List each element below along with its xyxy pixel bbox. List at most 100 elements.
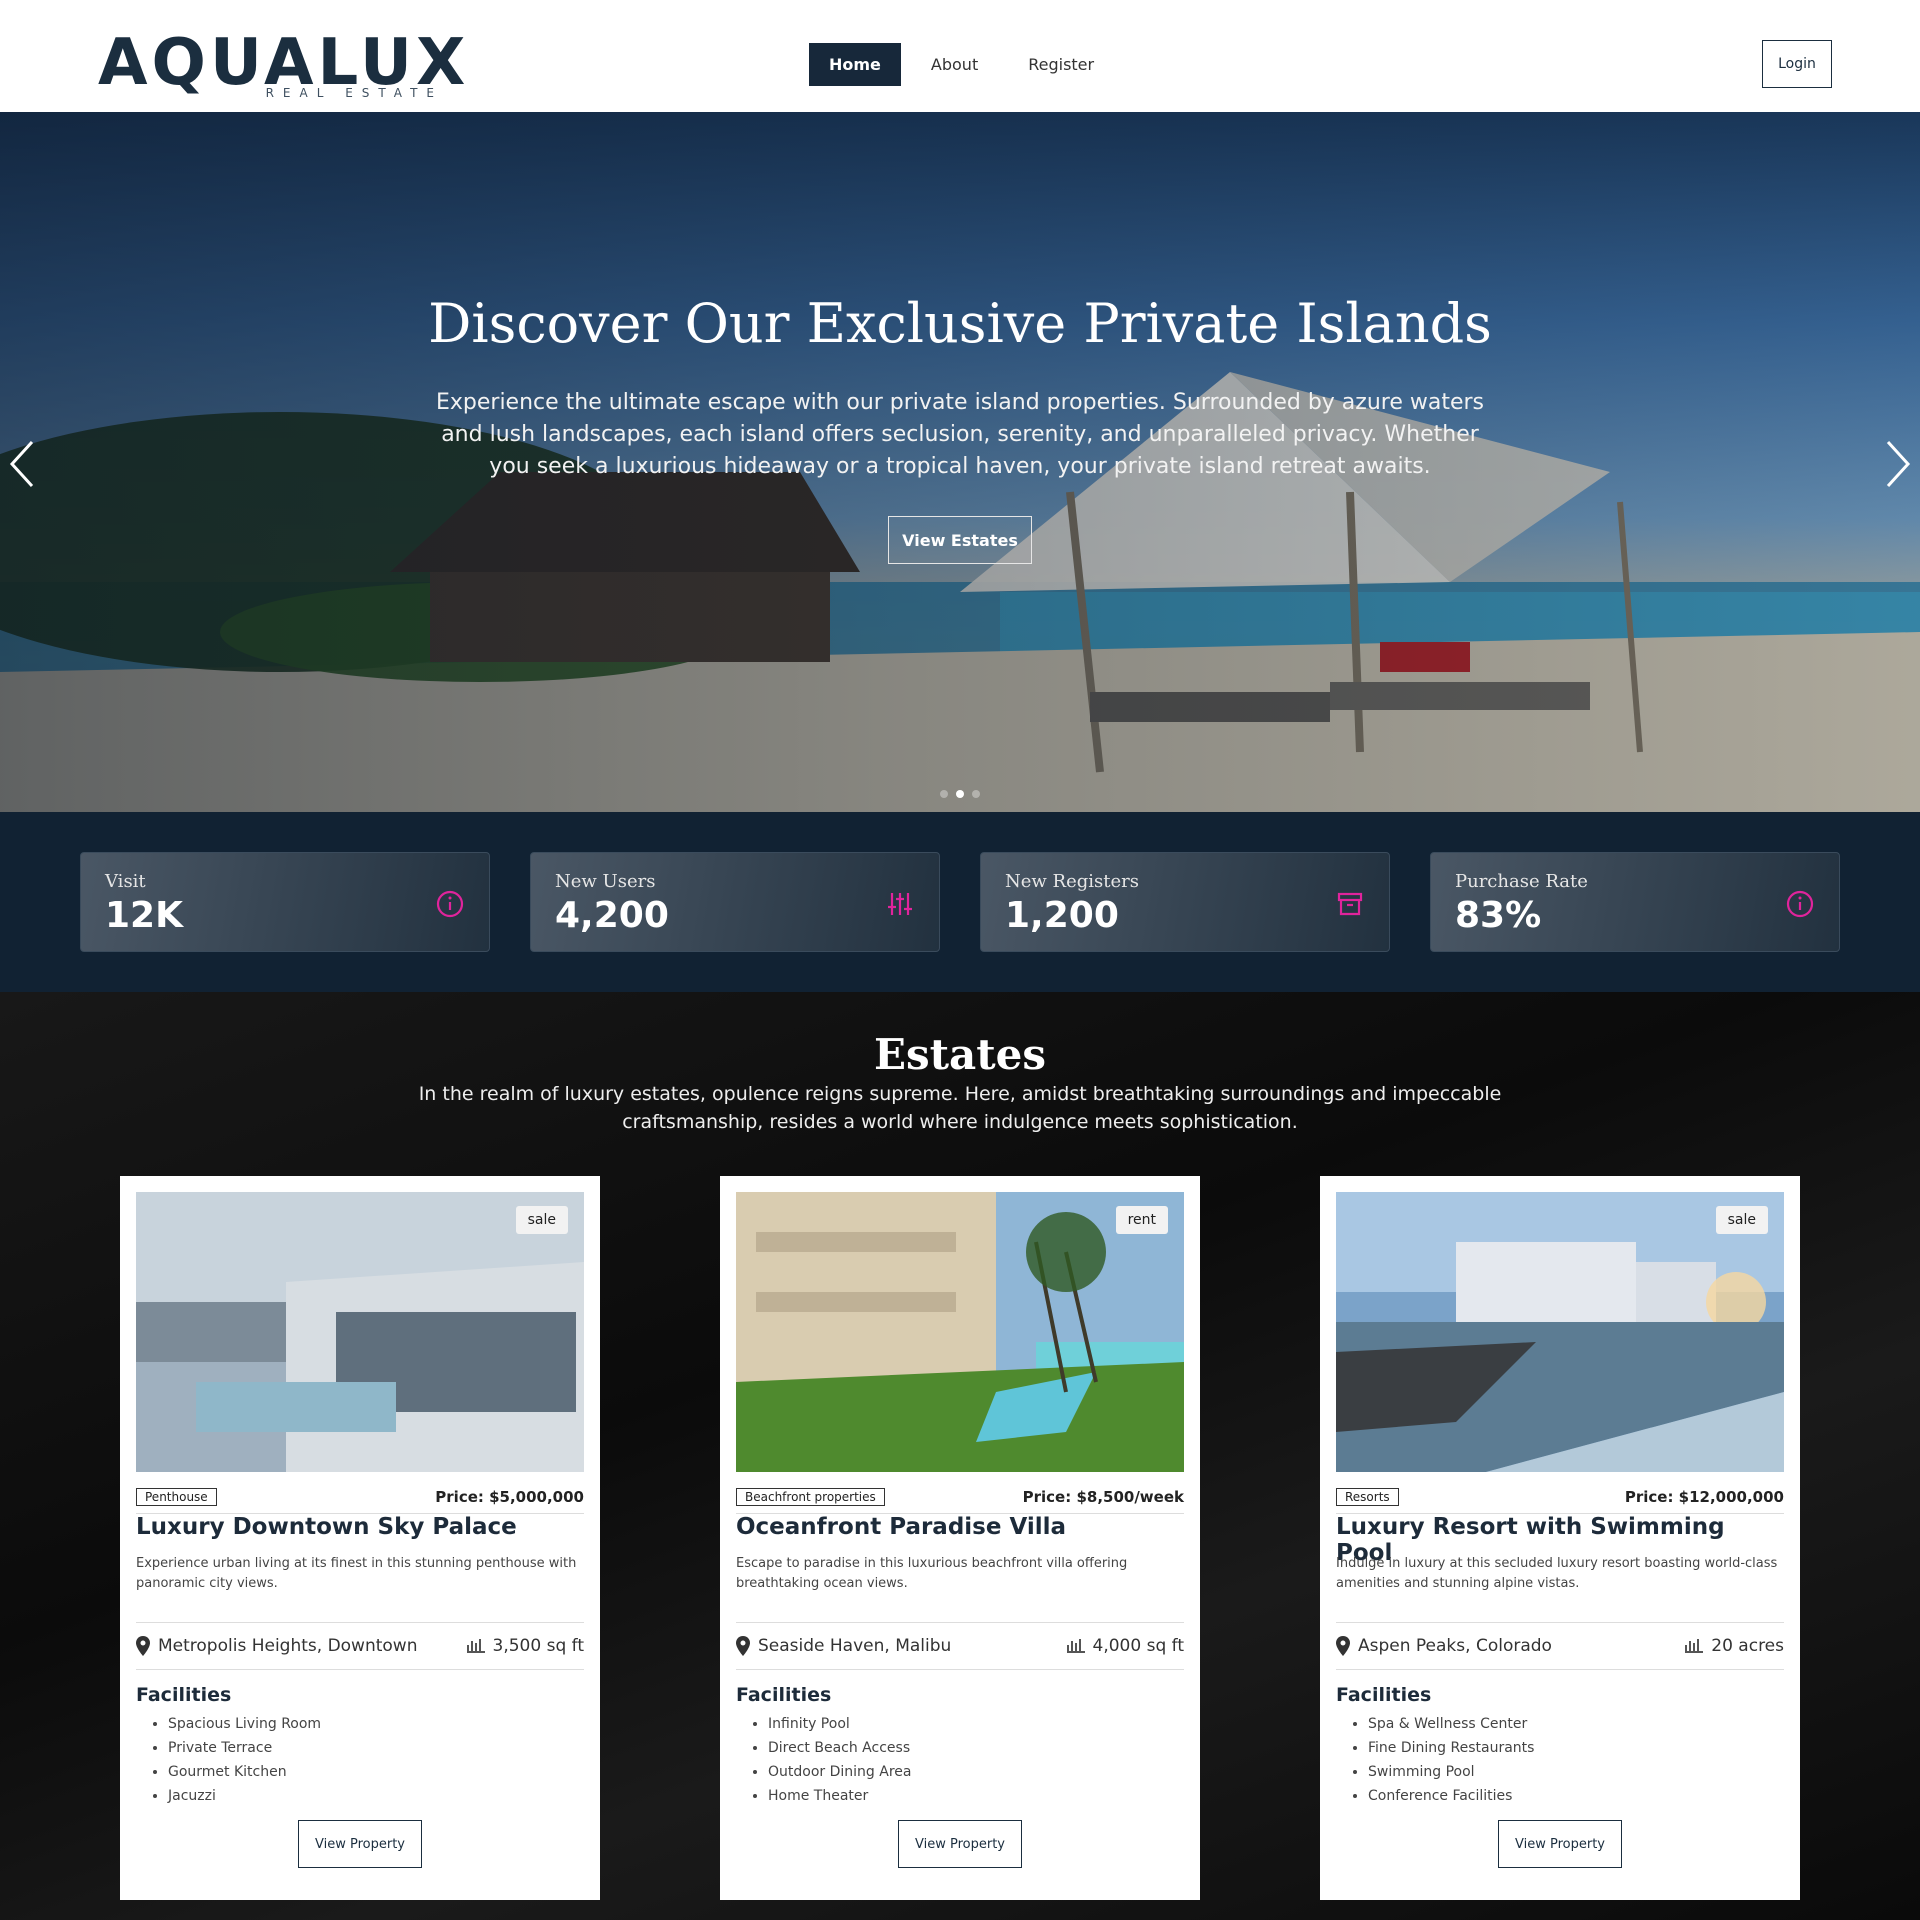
list-item: Jacuzzi (168, 1784, 321, 1808)
category-tag: Penthouse (136, 1488, 217, 1506)
stat-value: 1,200 (1005, 895, 1119, 936)
card-location-row: Seaside Haven, Malibu 4,000 sq ft (736, 1622, 1184, 1670)
stat-label: Visit (105, 871, 146, 892)
carousel-prev-button[interactable] (4, 434, 44, 494)
area-size: 20 acres (1685, 1636, 1784, 1656)
listing-type-badge: sale (515, 1206, 568, 1234)
carousel-indicators (940, 790, 980, 798)
property-image: rent (736, 1192, 1184, 1472)
card-meta-row: Resorts Price: $12,000,000 (1336, 1488, 1784, 1514)
carousel-dot-active[interactable] (956, 790, 964, 798)
estates-title: Estates (873, 1030, 1047, 1079)
location: Metropolis Heights, Downtown (136, 1636, 417, 1656)
facilities-heading: Facilities (136, 1684, 232, 1706)
property-photo (1336, 1192, 1784, 1472)
stat-label: New Users (555, 871, 656, 892)
listing-type-badge: sale (1715, 1206, 1768, 1234)
estates-section: Estates In the realm of luxury estates, … (0, 992, 1920, 1920)
list-item: Private Terrace (168, 1736, 321, 1760)
area-chart-icon (1066, 1639, 1085, 1653)
login-button[interactable]: Login (1762, 40, 1832, 88)
list-item: Swimming Pool (1368, 1760, 1534, 1784)
archive-icon (1337, 892, 1363, 916)
list-item: Direct Beach Access (768, 1736, 911, 1760)
info-icon (436, 890, 464, 918)
property-description: Indulge in luxury at this secluded luxur… (1336, 1556, 1778, 1591)
info-icon (1786, 890, 1814, 918)
logo-subtitle: REAL ESTATE (265, 86, 443, 100)
carousel-next-button[interactable] (1876, 434, 1916, 494)
card-location-row: Metropolis Heights, Downtown 3,500 sq ft (136, 1622, 584, 1670)
size-text: 20 acres (1711, 1636, 1784, 1656)
location-text: Metropolis Heights, Downtown (158, 1636, 418, 1656)
brand-logo[interactable]: AQUALUX REAL ESTATE (98, 30, 465, 102)
facilities-list: Spa & Wellness Center Fine Dining Restau… (1368, 1712, 1534, 1808)
hero-description: Experience the ultimate escape with our … (435, 390, 1485, 479)
facilities-list: Infinity Pool Direct Beach Access Outdoo… (768, 1712, 911, 1808)
facilities-heading: Facilities (1336, 1684, 1432, 1706)
category-tag: Beachfront properties (736, 1488, 885, 1506)
card-meta-row: Beachfront properties Price: $8,500/week (736, 1488, 1184, 1514)
list-item: Spacious Living Room (168, 1712, 321, 1736)
property-title: Luxury Downtown Sky Palace (136, 1514, 517, 1540)
facilities-heading: Facilities (736, 1684, 832, 1706)
location-text: Seaside Haven, Malibu (758, 1636, 952, 1656)
property-card: rent Beachfront properties Price: $8,500… (720, 1176, 1200, 1900)
category-tag: Resorts (1336, 1488, 1399, 1506)
carousel-dot[interactable] (972, 790, 980, 798)
stat-label: New Registers (1005, 871, 1139, 892)
nav-link-about[interactable]: About (911, 43, 998, 86)
location-text: Aspen Peaks, Colorado (1358, 1636, 1552, 1656)
property-image: sale (136, 1192, 584, 1472)
hero-carousel: Discover Our Exclusive Private Islands E… (0, 112, 1920, 812)
area-size: 3,500 sq ft (466, 1636, 584, 1656)
property-card: sale Resorts Price: $12,000,000 Luxury R… (1320, 1176, 1800, 1900)
list-item: Conference Facilities (1368, 1784, 1534, 1808)
top-navbar: AQUALUX REAL ESTATE Home About Register … (0, 0, 1920, 112)
nav-link-home[interactable]: Home (809, 43, 901, 86)
nav-links: Home About Register (809, 43, 1124, 86)
list-item: Gourmet Kitchen (168, 1760, 321, 1784)
list-item: Fine Dining Restaurants (1368, 1736, 1534, 1760)
map-pin-icon (736, 1636, 750, 1656)
listing-type-badge: rent (1115, 1206, 1168, 1234)
property-photo (136, 1192, 584, 1472)
price-label: Price: $5,000,000 (435, 1488, 584, 1506)
card-meta-row: Penthouse Price: $5,000,000 (136, 1488, 584, 1514)
price-label: Price: $8,500/week (1022, 1488, 1184, 1506)
view-estates-button[interactable]: View Estates (888, 516, 1032, 564)
property-description: Escape to paradise in this luxurious bea… (736, 1556, 1128, 1591)
list-item: Infinity Pool (768, 1712, 911, 1736)
sliders-icon (888, 893, 912, 915)
property-image: sale (1336, 1192, 1784, 1472)
view-property-button[interactable]: View Property (1498, 1820, 1622, 1868)
property-title: Oceanfront Paradise Villa (736, 1514, 1067, 1540)
stat-card-purchase-rate: Purchase Rate 83% (1430, 852, 1840, 952)
chevron-left-icon (9, 440, 34, 488)
stats-bar: Visit 12K New Users 4,200 New Registers … (0, 812, 1920, 992)
stat-label: Purchase Rate (1455, 871, 1588, 892)
list-item: Home Theater (768, 1784, 911, 1808)
property-photo (736, 1192, 1184, 1472)
stat-value: 12K (105, 895, 183, 936)
location: Seaside Haven, Malibu (736, 1636, 951, 1656)
view-property-button[interactable]: View Property (298, 1820, 422, 1868)
area-chart-icon (466, 1639, 485, 1653)
view-property-button[interactable]: View Property (898, 1820, 1022, 1868)
stat-card-new-registers: New Registers 1,200 (980, 852, 1390, 952)
size-text: 4,000 sq ft (1092, 1636, 1184, 1656)
stat-value: 4,200 (555, 895, 669, 936)
property-card: sale Penthouse Price: $5,000,000 Luxury … (120, 1176, 600, 1900)
nav-link-register[interactable]: Register (1008, 43, 1114, 86)
property-description: Experience urban living at its finest in… (136, 1556, 577, 1591)
price-label: Price: $12,000,000 (1624, 1488, 1784, 1506)
stat-value: 83% (1455, 895, 1542, 936)
list-item: Outdoor Dining Area (768, 1760, 911, 1784)
area-size: 4,000 sq ft (1066, 1636, 1184, 1656)
carousel-dot[interactable] (940, 790, 948, 798)
chevron-right-icon (1886, 440, 1911, 488)
location: Aspen Peaks, Colorado (1336, 1636, 1552, 1656)
area-chart-icon (1685, 1639, 1704, 1653)
card-location-row: Aspen Peaks, Colorado 20 acres (1336, 1622, 1784, 1670)
map-pin-icon (1336, 1636, 1350, 1656)
